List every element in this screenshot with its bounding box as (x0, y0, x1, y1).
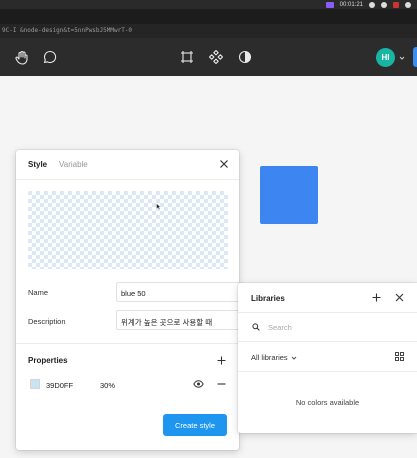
control-center-icon[interactable] (405, 1, 411, 8)
comment-icon[interactable] (42, 49, 58, 65)
fill-hex-value[interactable]: 39D0FF (46, 381, 73, 390)
add-property-icon[interactable] (217, 356, 226, 365)
remove-fill-icon[interactable] (217, 379, 226, 389)
app-status-icon[interactable] (393, 1, 399, 8)
libraries-title: Libraries (251, 294, 285, 303)
browser-address-bar[interactable]: 9C-I &node-design&t=5nnPwsbJ5MMwrT-0 (0, 24, 417, 38)
fill-opacity-value[interactable]: 30% (100, 381, 115, 390)
tab-variable[interactable]: Variable (59, 160, 88, 169)
wifi-icon[interactable] (381, 1, 387, 8)
browser-tab-strip (0, 9, 417, 24)
tab-style[interactable]: Style (28, 160, 47, 169)
library-filter-dropdown[interactable]: All libraries (251, 353, 297, 362)
canvas-rectangle[interactable] (260, 166, 318, 224)
grid-view-icon[interactable] (395, 352, 404, 361)
create-style-dialog: Style Variable Name blue 50 Description … (16, 150, 243, 450)
address-text: 9C-I &node-design&t=5nnPwsbJ5MMwrT-0 (2, 27, 133, 34)
name-field[interactable]: blue 50 (116, 282, 243, 302)
panel-divider (238, 312, 417, 313)
component-icon[interactable] (208, 49, 224, 65)
create-style-button[interactable]: Create style (163, 414, 227, 436)
recording-icon[interactable] (325, 1, 334, 8)
system-menubar: 00:01:21 (0, 0, 417, 9)
contrast-icon[interactable] (237, 49, 253, 65)
search-icon (252, 323, 260, 331)
name-label: Name (28, 288, 49, 297)
mouse-cursor-icon (156, 203, 161, 210)
eye-icon[interactable] (193, 379, 204, 389)
user-avatar[interactable]: HI (376, 48, 395, 67)
settings-icon[interactable] (369, 1, 375, 8)
menubar-status: 00:01:21 (325, 0, 411, 9)
menubar-clock: 00:01:21 (339, 1, 363, 8)
section-divider (16, 343, 239, 344)
description-field[interactable]: 위계가 높은 곳으로 사용할 때 (116, 310, 243, 330)
chevron-down-icon[interactable] (399, 55, 405, 61)
properties-title: Properties (28, 356, 68, 365)
close-icon[interactable] (219, 159, 229, 169)
library-search-input[interactable]: Search (268, 323, 292, 332)
library-filter-label: All libraries (251, 353, 288, 362)
description-label: Description (28, 317, 66, 326)
close-icon[interactable] (395, 293, 404, 302)
panel-divider (238, 341, 417, 342)
share-button[interactable] (413, 47, 417, 67)
add-library-icon[interactable] (372, 293, 381, 302)
dialog-header: Style Variable (16, 150, 239, 180)
editor-toolbar (0, 38, 417, 76)
style-preview (28, 191, 228, 269)
frame-icon[interactable] (179, 49, 195, 65)
libraries-panel: Libraries Search All libraries No colors… (238, 283, 417, 433)
empty-state-message: No colors available (295, 398, 360, 407)
hand-icon[interactable] (14, 49, 30, 65)
preview-fill (28, 191, 228, 269)
panel-divider (238, 371, 417, 372)
chevron-down-icon (291, 356, 297, 360)
fill-swatch[interactable] (30, 379, 40, 389)
